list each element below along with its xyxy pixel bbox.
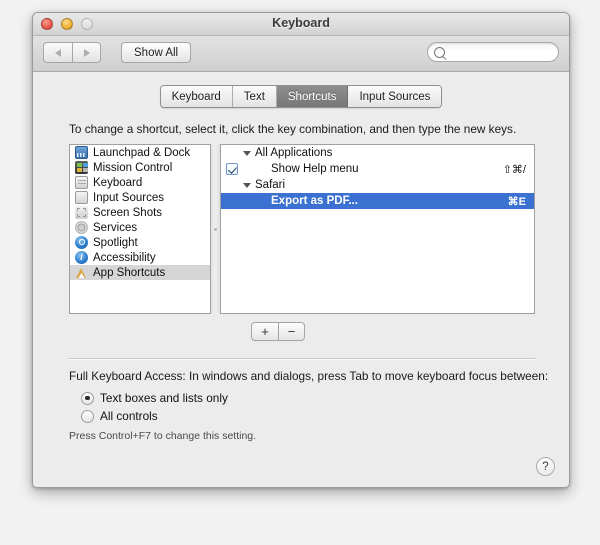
- title-bar: Keyboard: [33, 13, 569, 36]
- radio-button-icon[interactable]: [81, 409, 94, 423]
- instruction-text: To change a shortcut, select it, click t…: [69, 122, 517, 136]
- back-button[interactable]: [43, 42, 72, 63]
- shortcut-label: Export as PDF...: [271, 195, 358, 207]
- radio-label: Text boxes and lists only: [100, 391, 228, 405]
- shortcut-group-label: Safari: [255, 179, 286, 191]
- sidebar-item-screen-shots[interactable]: Screen Shots: [70, 205, 210, 220]
- shortcut-enabled-checkbox[interactable]: [226, 163, 238, 175]
- sidebar-item-spotlight[interactable]: Spotlight: [70, 235, 210, 250]
- shortcut-row-show-help-menu[interactable]: Show Help menu ⇧⌘/: [221, 161, 534, 177]
- chevron-left-icon: [55, 48, 61, 57]
- show-all-button[interactable]: Show All: [121, 42, 192, 63]
- sidebar-item-label: Accessibility: [93, 251, 156, 264]
- sidebar-item-keyboard[interactable]: Keyboard: [70, 175, 210, 190]
- sidebar-item-launchpad-dock[interactable]: Launchpad & Dock: [70, 145, 210, 160]
- add-shortcut-button[interactable]: +: [251, 322, 278, 341]
- input-sources-icon: [75, 191, 88, 204]
- shortcuts-panels: Launchpad & Dock Mission Control Keyboar…: [69, 144, 535, 314]
- tab-shortcuts[interactable]: Shortcuts: [276, 86, 349, 107]
- search-icon: [434, 46, 445, 58]
- search-input[interactable]: [449, 45, 553, 59]
- sidebar-item-label: Mission Control: [93, 161, 173, 174]
- shortcut-keys[interactable]: ⇧⌘/: [503, 163, 526, 176]
- keyboard-icon: [75, 176, 88, 189]
- shortcut-group-safari[interactable]: Safari: [221, 177, 534, 193]
- shortcuts-list[interactable]: All Applications Show Help menu ⇧⌘/ Safa…: [220, 144, 535, 314]
- screen-shots-icon: [75, 206, 88, 219]
- tab-bar: Keyboard Text Shortcuts Input Sources: [33, 85, 569, 108]
- sidebar-item-services[interactable]: Services: [70, 220, 210, 235]
- search-field[interactable]: [427, 42, 559, 62]
- help-button[interactable]: ?: [536, 457, 555, 476]
- tab-keyboard[interactable]: Keyboard: [160, 86, 233, 107]
- app-shortcuts-icon: [75, 266, 88, 279]
- sidebar-item-label: Screen Shots: [93, 206, 163, 219]
- accessibility-icon: i: [75, 251, 88, 264]
- sidebar-item-label: Launchpad & Dock: [93, 146, 191, 159]
- keyboard-preferences-window: Keyboard Show All Keyboard Text Shortcut…: [32, 12, 570, 488]
- tab-text[interactable]: Text: [232, 86, 277, 107]
- tab-input-sources[interactable]: Input Sources: [348, 86, 442, 107]
- window-title: Keyboard: [272, 16, 330, 30]
- sidebar-item-app-shortcuts[interactable]: App Shortcuts: [70, 265, 210, 280]
- navigation-button-group: [43, 42, 101, 63]
- full-keyboard-access-options: Text boxes and lists only All controls: [81, 389, 228, 425]
- sidebar-item-accessibility[interactable]: i Accessibility: [70, 250, 210, 265]
- panel-resize-divider[interactable]: [211, 144, 220, 314]
- category-list[interactable]: Launchpad & Dock Mission Control Keyboar…: [69, 144, 211, 314]
- shortcut-label: Show Help menu: [271, 163, 359, 175]
- sidebar-item-label: Input Sources: [93, 191, 164, 204]
- sidebar-item-mission-control[interactable]: Mission Control: [70, 160, 210, 175]
- sidebar-item-label: Spotlight: [93, 236, 138, 249]
- sidebar-item-label: Services: [93, 221, 138, 234]
- shortcut-keys[interactable]: ⌘E: [508, 195, 526, 208]
- disclosure-triangle-icon[interactable]: [243, 150, 251, 156]
- chevron-right-icon: [83, 48, 90, 57]
- keyboard-access-hint: Press Control+F7 to change this setting.: [69, 430, 257, 442]
- forward-button[interactable]: [72, 42, 101, 63]
- radio-all-controls[interactable]: All controls: [81, 407, 228, 425]
- sidebar-item-label: App Shortcuts: [93, 266, 166, 279]
- list-action-buttons: + −: [251, 322, 305, 341]
- preference-pane-content: Keyboard Text Shortcuts Input Sources To…: [33, 72, 569, 487]
- services-gear-icon: [75, 221, 88, 234]
- radio-text-boxes-and-lists-only[interactable]: Text boxes and lists only: [81, 389, 228, 407]
- remove-shortcut-button[interactable]: −: [278, 322, 305, 341]
- sidebar-item-input-sources[interactable]: Input Sources: [70, 190, 210, 205]
- disclosure-triangle-icon[interactable]: [243, 182, 251, 188]
- shortcut-row-export-as-pdf[interactable]: Export as PDF... ⌘E: [221, 193, 534, 209]
- launchpad-dock-icon: [75, 146, 88, 159]
- mission-control-icon: [75, 161, 88, 174]
- radio-button-icon[interactable]: [81, 391, 94, 405]
- section-divider: [69, 358, 535, 359]
- shortcut-group-all-applications[interactable]: All Applications: [221, 145, 534, 161]
- sidebar-item-label: Keyboard: [93, 176, 143, 189]
- shortcut-group-label: All Applications: [255, 147, 333, 159]
- spotlight-icon: [75, 236, 88, 249]
- full-keyboard-access-title: Full Keyboard Access: In windows and dia…: [69, 369, 549, 383]
- radio-label: All controls: [100, 409, 158, 423]
- toolbar: Show All: [33, 36, 569, 72]
